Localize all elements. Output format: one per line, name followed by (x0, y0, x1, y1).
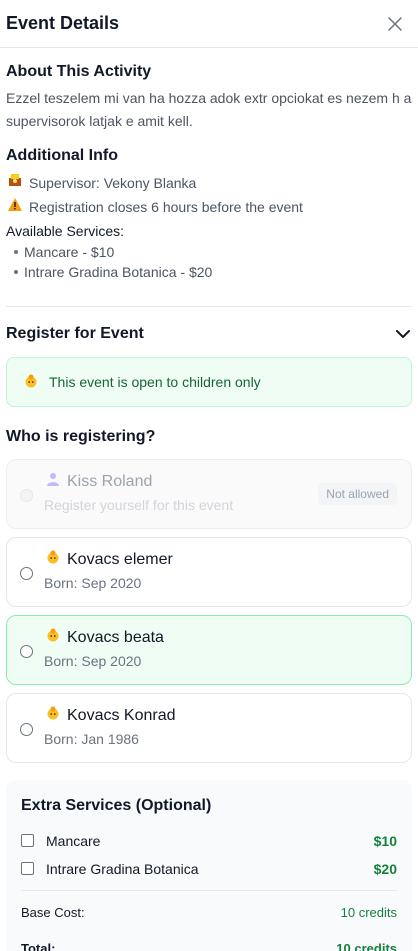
radio-button (20, 489, 33, 502)
extra-service-left: Mancare (21, 833, 100, 849)
baby-icon (22, 374, 40, 391)
person-subtitle: Born: Sep 2020 (44, 575, 142, 591)
radio-button[interactable] (20, 645, 33, 658)
about-text: Ezzel teszelem mi van ha hozza adok extr… (6, 90, 412, 129)
supervisor-icon (6, 171, 24, 195)
extra-service-checkbox[interactable] (21, 834, 34, 847)
person-name: Kovacs Konrad (67, 707, 176, 724)
register-title: Register for Event (6, 325, 144, 342)
supervisor-row: Supervisor: Vekony Blanka (6, 171, 412, 195)
service-item: Mancare - $10 (6, 242, 412, 262)
person-subtitle: Born: Jan 1986 (44, 731, 139, 747)
person-name-row: Kovacs Konrad (44, 706, 411, 726)
total-cost-row: Total: 10 credits (21, 941, 397, 951)
person-option-kiss-roland: Kiss Roland Register yourself for this e… (6, 459, 412, 529)
extra-service-label: Mancare (46, 832, 101, 849)
baby-icon (44, 550, 62, 570)
radio-button[interactable] (20, 567, 33, 580)
children-only-notice: This event is open to children only (6, 357, 412, 407)
extra-service-label: Intrare Gradina Botanica (46, 860, 199, 877)
who-title: Who is registering? (6, 428, 156, 445)
section-divider (6, 306, 412, 307)
total-cost-label: Total: (21, 941, 56, 951)
base-cost-label: Base Cost: (21, 905, 85, 920)
user-icon (44, 472, 62, 492)
close-icon[interactable] (384, 13, 406, 35)
extra-service-row[interactable]: Intrare Gradina Botanica $20 (21, 860, 397, 877)
base-cost-value: 10 credits (340, 905, 397, 920)
radio-button[interactable] (20, 723, 33, 736)
person-option-kovacs-beata[interactable]: Kovacs beata Born: Sep 2020 (6, 615, 412, 685)
bullet-icon (14, 270, 18, 274)
panel-content: About This Activity Ezzel teszelem mi va… (0, 63, 418, 951)
registration-text: Registration closes 6 hours before the e… (29, 199, 303, 215)
extra-service-row[interactable]: Mancare $10 (21, 832, 397, 849)
about-title: About This Activity (6, 63, 152, 80)
service-label: Mancare - $10 (24, 244, 115, 260)
person-option-kovacs-konrad[interactable]: Kovacs Konrad Born: Jan 1986 (6, 693, 412, 763)
not-allowed-badge: Not allowed (318, 483, 397, 505)
person-name: Kiss Roland (67, 473, 153, 490)
extras-divider (21, 890, 397, 891)
extra-service-price: $10 (373, 832, 397, 849)
notice-text: This event is open to children only (49, 374, 261, 390)
baby-icon (44, 706, 62, 726)
chevron-down-icon[interactable] (394, 325, 412, 343)
baby-icon (44, 628, 62, 648)
warning-icon (6, 195, 24, 219)
register-section-header[interactable]: Register for Event (6, 325, 412, 343)
total-cost-value: 10 credits (336, 941, 397, 951)
person-name-row: Kovacs elemer (44, 550, 411, 570)
extras-title: Extra Services (Optional) (21, 797, 212, 814)
person-name-row: Kovacs beata (44, 628, 411, 648)
service-item: Intrare Gradina Botanica - $20 (6, 262, 412, 282)
person-name: Kovacs beata (67, 629, 164, 646)
extra-service-price: $20 (373, 860, 397, 877)
extra-services-panel: Extra Services (Optional) Mancare $10 In… (6, 780, 412, 951)
registration-row: Registration closes 6 hours before the e… (6, 195, 412, 219)
service-label: Intrare Gradina Botanica - $20 (24, 264, 213, 280)
additional-title: Additional Info (6, 147, 118, 164)
extra-service-left: Intrare Gradina Botanica (21, 861, 199, 877)
base-cost-row: Base Cost: 10 credits (21, 905, 397, 920)
bullet-icon (14, 250, 18, 254)
panel-header: Event Details (0, 0, 418, 48)
person-name: Kovacs elemer (67, 551, 173, 568)
supervisor-text: Supervisor: Vekony Blanka (29, 175, 197, 191)
panel-title: Event Details (6, 13, 120, 33)
extra-service-checkbox[interactable] (21, 862, 34, 875)
person-option-kovacs-elemer[interactable]: Kovacs elemer Born: Sep 2020 (6, 537, 412, 607)
services-label: Available Services: (6, 223, 125, 239)
person-subtitle: Born: Sep 2020 (44, 653, 142, 669)
